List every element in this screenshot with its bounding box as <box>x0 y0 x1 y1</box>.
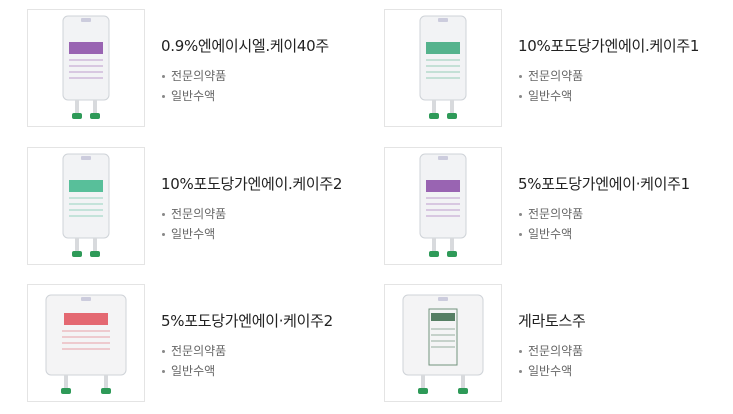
port-cap-icon <box>72 113 82 119</box>
port-cap-icon <box>447 113 457 119</box>
product-meta: 전문의약품 일반수액 <box>161 341 226 381</box>
product-title[interactable]: 10%포도당가엔에이.케이주1 <box>518 35 699 56</box>
port-cap-icon <box>447 251 457 257</box>
product-thumbnail[interactable] <box>384 9 502 127</box>
product-type: 일반수액 <box>518 361 583 381</box>
product-category: 전문의약품 <box>161 66 226 86</box>
product-meta: 전문의약품 일반수액 <box>518 204 583 244</box>
product-meta: 전문의약품 일반수액 <box>161 66 226 106</box>
product-thumbnail[interactable] <box>27 147 145 265</box>
port-cap-icon <box>90 113 100 119</box>
port-cap-icon <box>458 388 468 394</box>
product-meta: 전문의약품 일반수액 <box>518 341 583 381</box>
product-meta: 전문의약품 일반수액 <box>161 204 226 244</box>
product-title[interactable]: 5%포도당가엔에이·케이주1 <box>518 173 690 194</box>
product-meta: 전문의약품 일반수액 <box>518 66 583 106</box>
product-category: 전문의약품 <box>518 204 583 224</box>
port-cap-icon <box>61 388 71 394</box>
product-thumbnail[interactable] <box>27 9 145 127</box>
port-cap-icon <box>418 388 428 394</box>
product-title[interactable]: 5%포도당가엔에이·케이주2 <box>161 310 333 331</box>
product-type: 일반수액 <box>161 361 226 381</box>
product-category: 전문의약품 <box>518 341 583 361</box>
product-card[interactable]: 10%포도당가엔에이.케이주2 전문의약품 일반수액 <box>27 147 367 265</box>
product-category: 전문의약품 <box>161 204 226 224</box>
product-thumbnail[interactable] <box>384 284 502 402</box>
product-card[interactable]: 5%포도당가엔에이·케이주1 전문의약품 일반수액 <box>384 147 724 265</box>
product-title[interactable]: 게라토스주 <box>518 310 586 331</box>
iv-bag-icon <box>419 15 467 119</box>
iv-bag-icon <box>62 15 110 119</box>
iv-bag-icon <box>402 294 484 394</box>
port-cap-icon <box>429 113 439 119</box>
product-type: 일반수액 <box>161 86 226 106</box>
iv-bag-icon <box>419 153 467 257</box>
product-type: 일반수액 <box>518 86 583 106</box>
port-cap-icon <box>101 388 111 394</box>
product-thumbnail[interactable] <box>27 284 145 402</box>
product-card[interactable]: 5%포도당가엔에이·케이주2 전문의약품 일반수액 <box>27 284 367 402</box>
product-title[interactable]: 0.9%엔에이시엘.케이40주 <box>161 35 329 56</box>
product-card[interactable]: 10%포도당가엔에이.케이주1 전문의약품 일반수액 <box>384 9 724 127</box>
product-thumbnail[interactable] <box>384 147 502 265</box>
product-category: 전문의약품 <box>518 66 583 86</box>
product-card[interactable]: 게라토스주 전문의약품 일반수액 <box>384 284 724 402</box>
product-type: 일반수액 <box>161 224 226 244</box>
iv-bag-icon <box>62 153 110 257</box>
product-type: 일반수액 <box>518 224 583 244</box>
product-title[interactable]: 10%포도당가엔에이.케이주2 <box>161 173 342 194</box>
product-card[interactable]: 0.9%엔에이시엘.케이40주 전문의약품 일반수액 <box>27 9 367 127</box>
product-category: 전문의약품 <box>161 341 226 361</box>
port-cap-icon <box>90 251 100 257</box>
port-cap-icon <box>72 251 82 257</box>
iv-bag-icon <box>45 294 127 394</box>
port-cap-icon <box>429 251 439 257</box>
